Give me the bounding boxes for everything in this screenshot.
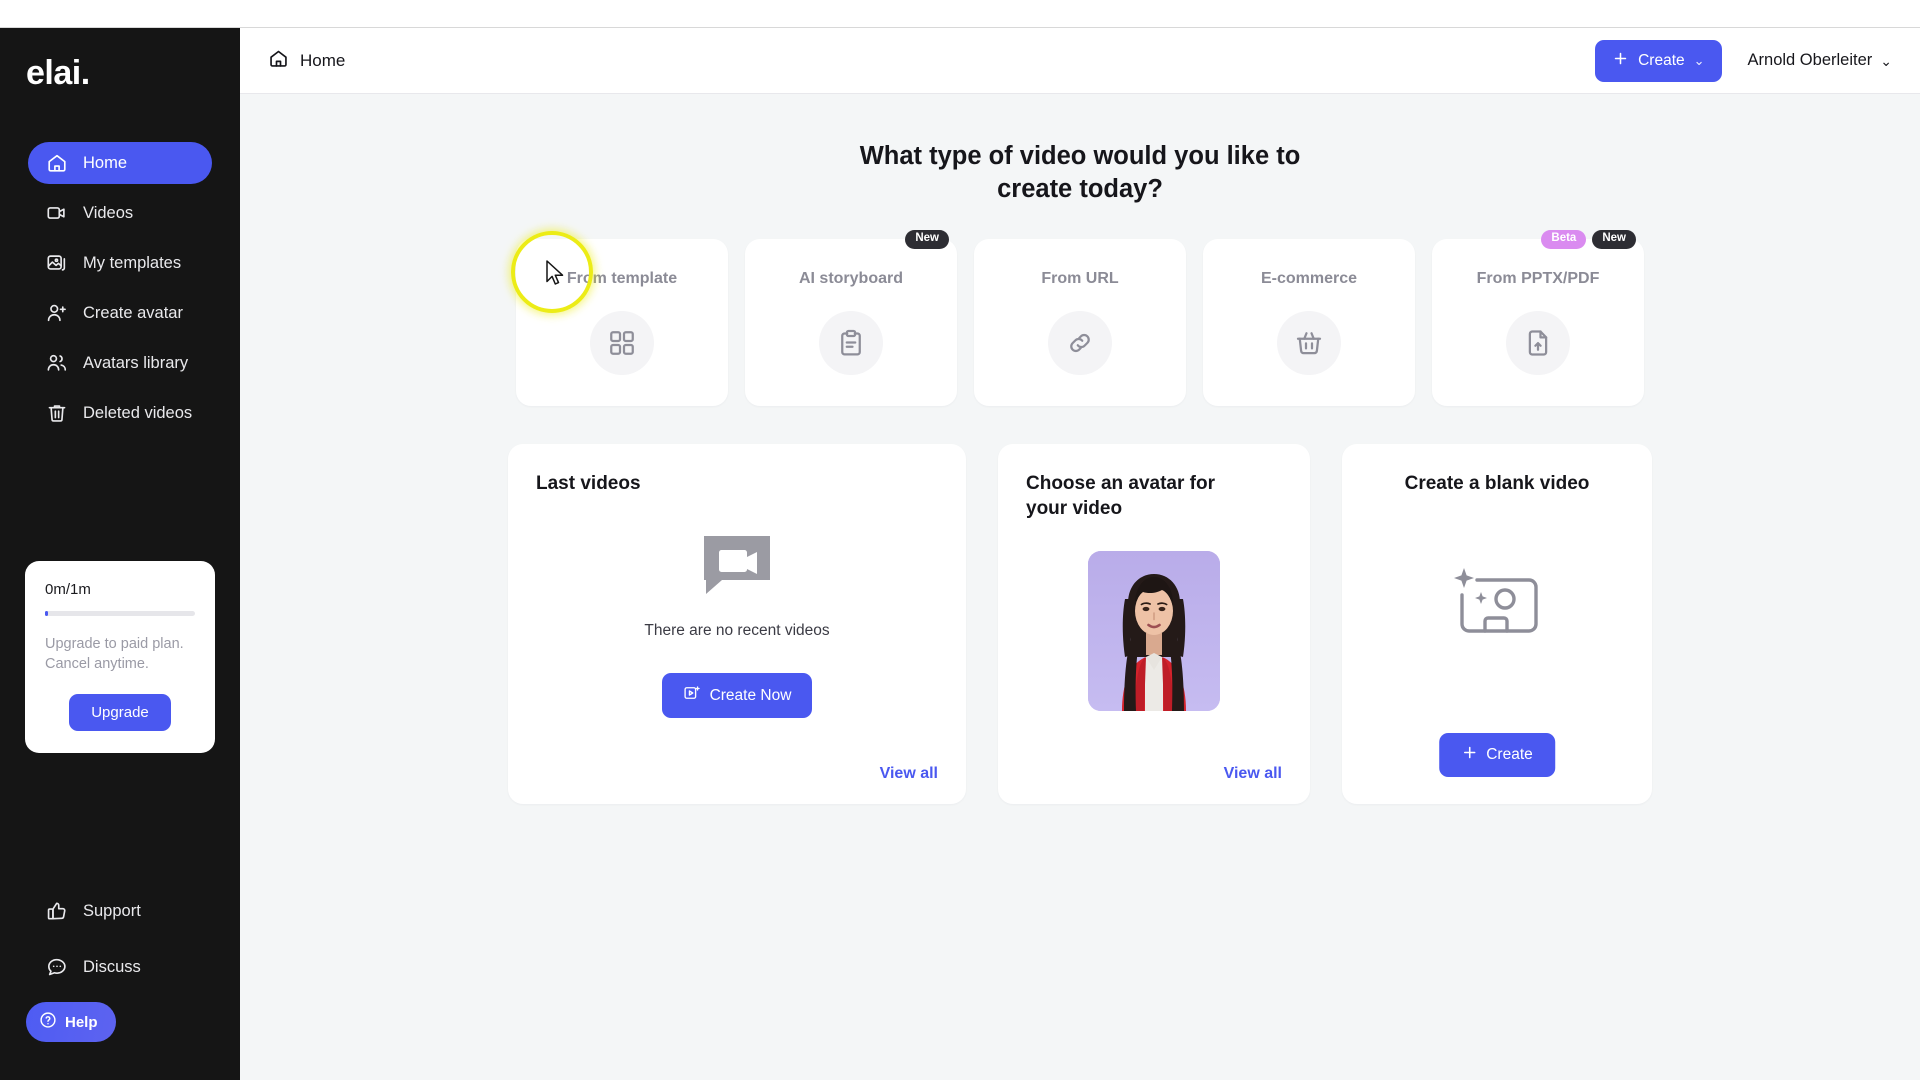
choose-avatar-panel: Choose an avatar for your video View all: [998, 444, 1310, 805]
upgrade-button[interactable]: Upgrade: [69, 694, 171, 731]
chat-bubble-icon: [46, 956, 68, 978]
help-label: Help: [65, 1013, 98, 1031]
home-icon: [46, 152, 68, 174]
create-button[interactable]: Create ⌄: [1595, 39, 1722, 82]
thumbs-up-icon: [46, 900, 68, 922]
sidebar-item-label: Support: [83, 901, 141, 920]
users-icon: [46, 352, 68, 374]
sidebar-item-label: Videos: [83, 203, 134, 222]
quota-progress-bar: [45, 611, 195, 616]
avatar-preview-image[interactable]: [1088, 551, 1220, 712]
sidebar-item-support[interactable]: Support: [28, 890, 212, 932]
plus-icon: [1612, 50, 1629, 72]
create-button-label: Create: [1638, 51, 1685, 69]
upgrade-description: Upgrade to paid plan. Cancel anytime.: [45, 636, 184, 672]
video-camera-icon: [46, 202, 68, 224]
brand-logo[interactable]: elai.: [26, 56, 90, 90]
video-type-card-from-pptx-pdf[interactable]: Beta New From PPTX/PDF: [1432, 230, 1644, 407]
topbar: Home Create ⌄ Arnold Oberleiter ⌄: [240, 28, 1920, 94]
badge-new: New: [905, 230, 949, 249]
clipboard-icon: [819, 311, 883, 376]
card-label: E-commerce: [1260, 270, 1358, 288]
home-icon: [268, 48, 289, 74]
card-label: From PPTX/PDF: [1476, 270, 1600, 288]
breadcrumb[interactable]: Home: [268, 48, 345, 74]
plus-icon: [1461, 744, 1478, 766]
quota-label: 0m/1m: [45, 581, 91, 598]
sidebar-item-label: Deleted videos: [83, 403, 193, 422]
sidebar-item-videos[interactable]: Videos: [28, 192, 212, 234]
sidebar-item-avatars-library[interactable]: Avatars library: [28, 342, 212, 384]
chevron-down-icon: ⌄: [1693, 53, 1705, 68]
sidebar-item-home[interactable]: Home: [28, 142, 212, 184]
sidebar-bottom-nav: Support Discuss Help: [0, 890, 240, 1042]
badge-new: New: [1592, 230, 1636, 249]
sidebar-item-deleted-videos[interactable]: Deleted videos: [28, 392, 212, 434]
create-now-button[interactable]: Create Now: [661, 673, 813, 719]
sidebar-item-label: My templates: [83, 253, 182, 272]
create-blank-video-panel: Create a blank video Create: [1342, 444, 1652, 805]
video-type-row: From template New AI storyboard From URL…: [240, 230, 1920, 407]
user-plus-icon: [46, 302, 68, 324]
topbar-right: Create ⌄ Arnold Oberleiter ⌄: [1595, 39, 1892, 82]
page-title: What type of video would you like to cre…: [859, 142, 1301, 203]
sidebar-item-label: Home: [83, 153, 128, 172]
view-all-avatars-link[interactable]: View all: [1224, 765, 1282, 783]
link-icon: [1048, 311, 1112, 376]
browser-chrome-strip: [0, 0, 1920, 28]
empty-state-text: There are no recent videos: [644, 622, 830, 640]
panel-title: Last videos: [536, 473, 641, 495]
video-type-card-e-commerce[interactable]: E-commerce: [1203, 239, 1415, 407]
sidebar-item-create-avatar[interactable]: Create avatar: [28, 292, 212, 334]
sidebar-item-label: Discuss: [83, 957, 141, 976]
video-type-card-from-url[interactable]: From URL: [974, 239, 1186, 407]
sidebar-item-discuss[interactable]: Discuss: [28, 946, 212, 988]
panel-title: Choose an avatar for your video: [1026, 473, 1215, 520]
content: What type of video would you like to cre…: [240, 94, 1920, 805]
create-blank-label: Create: [1486, 746, 1533, 764]
sidebar-item-my-templates[interactable]: My templates: [28, 242, 212, 284]
basket-icon: [1277, 311, 1341, 376]
sidebar-nav: Home Videos My templates Create avatar A…: [0, 142, 240, 442]
badge-group: Beta New: [1541, 230, 1636, 249]
create-now-label: Create Now: [709, 686, 792, 704]
trash-icon: [46, 402, 68, 424]
video-type-card-ai-storyboard[interactable]: New AI storyboard: [745, 230, 957, 407]
no-videos-illustration: [704, 536, 770, 595]
main-area: Home Create ⌄ Arnold Oberleiter ⌄ What t…: [240, 28, 1920, 1080]
breadcrumb-label: Home: [300, 50, 346, 70]
video-type-card-from-template[interactable]: From template: [516, 239, 728, 407]
blank-video-illustration: [1454, 568, 1538, 633]
badge-beta: Beta: [1541, 230, 1587, 249]
grid-icon: [590, 311, 654, 376]
chevron-down-icon: ⌄: [1880, 52, 1892, 69]
last-videos-panel: Last videos There are no recent videos C…: [508, 444, 966, 805]
upgrade-card: 0m/1m Upgrade to paid plan. Cancel anyti…: [25, 561, 215, 753]
video-add-icon: [683, 684, 701, 707]
sidebar: elai. Home Videos My templates Create av…: [0, 28, 240, 1080]
view-all-videos-link[interactable]: View all: [880, 765, 938, 783]
sidebar-item-label: Create avatar: [83, 303, 183, 322]
app-root: elai. Home Videos My templates Create av…: [0, 28, 1920, 1080]
help-button[interactable]: Help: [26, 1002, 116, 1042]
badge-group: New: [905, 230, 949, 249]
card-label: AI storyboard: [798, 270, 903, 288]
card-label: From URL: [1041, 270, 1119, 288]
sidebar-item-label: Avatars library: [83, 353, 189, 372]
panel-row: Last videos There are no recent videos C…: [240, 444, 1920, 805]
user-menu[interactable]: Arnold Oberleiter ⌄: [1748, 51, 1892, 70]
card-label: From template: [566, 270, 678, 288]
user-name: Arnold Oberleiter: [1747, 51, 1873, 69]
file-upload-icon: [1506, 311, 1570, 376]
question-mark-icon: [39, 1011, 57, 1033]
create-blank-video-button[interactable]: Create: [1439, 733, 1555, 778]
panel-title: Create a blank video: [1404, 473, 1590, 495]
image-stack-icon: [46, 252, 68, 274]
